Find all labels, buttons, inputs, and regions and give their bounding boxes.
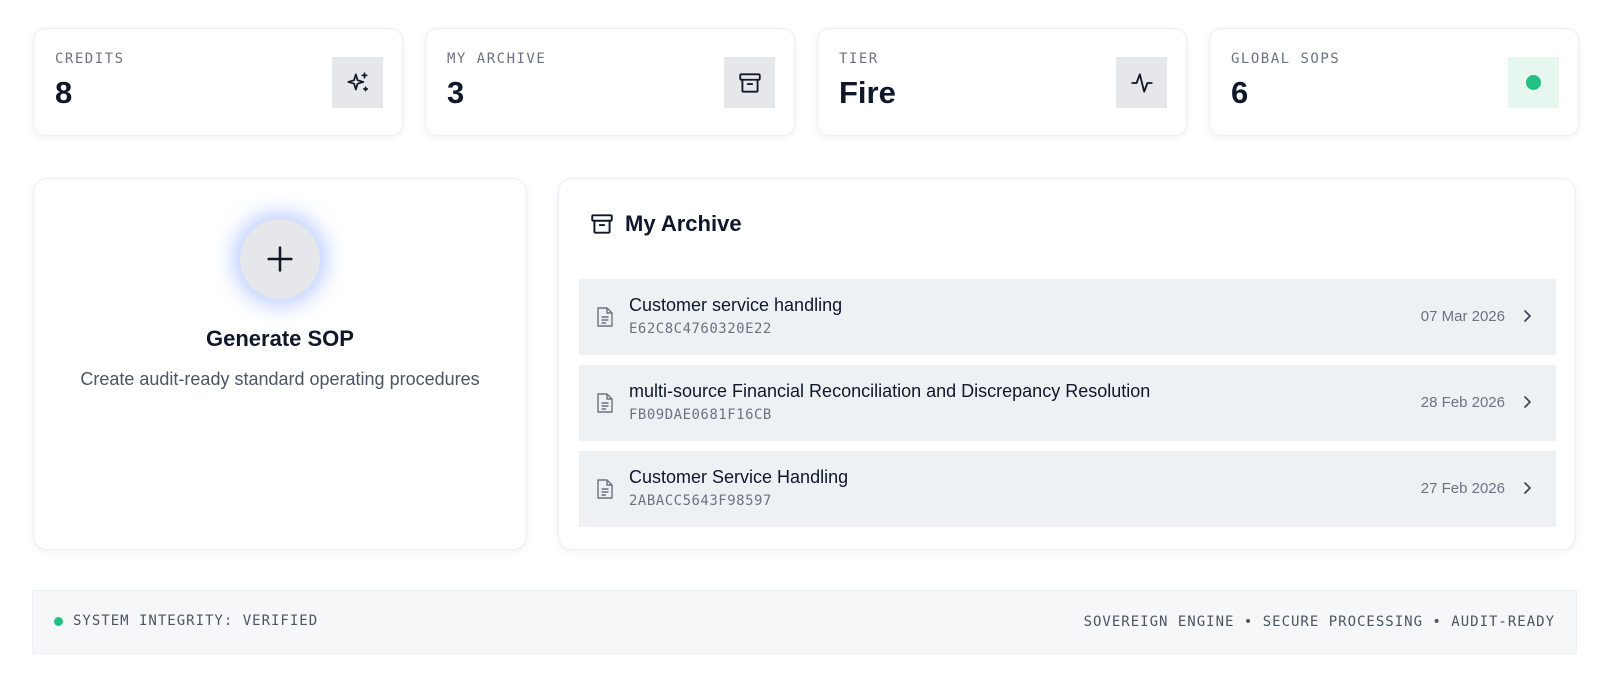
status-dot-icon xyxy=(54,616,63,626)
document-icon xyxy=(597,479,613,499)
archive-panel: My Archive Customer service handling E62… xyxy=(558,178,1576,550)
stat-label: GLOBAL SOPS xyxy=(1231,51,1341,67)
archive-item-date: 28 Feb 2026 xyxy=(1420,394,1505,411)
chevron-right-icon xyxy=(1524,482,1531,494)
generate-sop-subtitle: Create audit-ready standard operating pr… xyxy=(80,369,480,389)
document-icon xyxy=(597,307,613,327)
archive-item[interactable]: Customer Service Handling 2ABACC5643F985… xyxy=(579,451,1556,527)
system-status: SYSTEM INTEGRITY: VERIFIED xyxy=(54,613,318,629)
generate-sop-button[interactable] xyxy=(240,219,320,299)
archive-item-date: 07 Mar 2026 xyxy=(1420,308,1505,325)
archive-title: My Archive xyxy=(625,211,742,236)
archive-item-name: Customer Service Handling xyxy=(629,467,849,487)
archive-list: Customer service handling E62C8C4760320E… xyxy=(579,279,1556,537)
archive-box-icon xyxy=(724,57,775,108)
status-footer: SYSTEM INTEGRITY: VERIFIED SOVEREIGN ENG… xyxy=(32,590,1577,654)
activity-pulse-icon xyxy=(1116,57,1167,108)
footer-tagline: SOVEREIGN ENGINE • SECURE PROCESSING • A… xyxy=(1083,614,1555,630)
stat-label: CREDITS xyxy=(55,51,125,67)
chevron-right-icon xyxy=(1524,310,1531,322)
live-dot xyxy=(1526,75,1541,90)
archive-item-code: E62C8C4760320E22 xyxy=(629,321,772,337)
stat-card-my-archive: MY ARCHIVE 3 xyxy=(425,28,795,136)
stat-card-tier: TIER Fire xyxy=(817,28,1187,136)
stat-value: Fire xyxy=(839,75,896,110)
stat-card-credits: CREDITS 8 xyxy=(33,28,403,136)
stat-label: TIER xyxy=(839,51,879,67)
stat-value: 8 xyxy=(55,75,73,110)
plus-icon xyxy=(267,246,293,272)
archive-item-name: Customer service handling xyxy=(629,295,843,315)
stat-label: MY ARCHIVE xyxy=(447,51,547,67)
archive-item-date: 27 Feb 2026 xyxy=(1420,480,1505,497)
archive-box-icon xyxy=(591,214,613,234)
archive-item-name: multi-source Financial Reconciliation an… xyxy=(629,381,1151,401)
stat-card-global-sops: GLOBAL SOPS 6 xyxy=(1209,28,1579,136)
archive-item[interactable]: Customer service handling E62C8C4760320E… xyxy=(579,279,1556,355)
stat-value: 3 xyxy=(447,75,465,110)
sparkles-icon xyxy=(332,57,383,108)
archive-item-code: FB09DAE0681F16CB xyxy=(629,407,772,423)
status-dot-icon xyxy=(1508,57,1559,108)
stat-value: 6 xyxy=(1231,75,1249,110)
archive-item-code: 2ABACC5643F98597 xyxy=(629,493,772,509)
dashboard: CREDITS 8 MY ARCHIVE 3 TIER Fire GLOBAL … xyxy=(0,0,1616,679)
archive-item[interactable]: multi-source Financial Reconciliation an… xyxy=(579,365,1556,441)
stats-row: CREDITS 8 MY ARCHIVE 3 TIER Fire GLOBAL … xyxy=(33,28,1579,136)
document-icon xyxy=(597,393,613,413)
generate-sop-title: Generate SOP xyxy=(206,326,354,351)
chevron-right-icon xyxy=(1524,396,1531,408)
archive-header: My Archive xyxy=(589,211,742,237)
system-status-text: SYSTEM INTEGRITY: VERIFIED xyxy=(73,613,319,629)
generate-sop-card[interactable]: Generate SOP Create audit-ready standard… xyxy=(33,178,527,550)
